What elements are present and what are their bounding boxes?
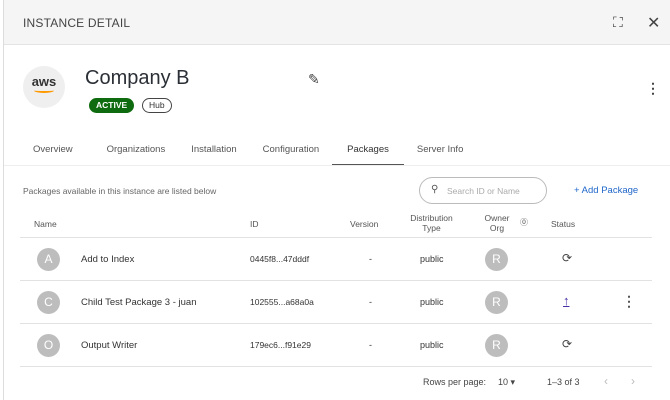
tab-organizations[interactable]: Organizations <box>86 137 179 165</box>
package-name[interactable]: Child Test Package 3 - juan <box>81 297 196 308</box>
next-page-button[interactable]: › <box>631 374 635 388</box>
owner-org-avatar: R <box>485 248 508 271</box>
col-name: Name <box>34 219 57 229</box>
instance-detail-panel: INSTANCE DETAIL ⛶ ✕ aws Company B ✎ ⋮ AC… <box>3 0 670 400</box>
package-avatar: C <box>37 291 60 314</box>
col-version: Version <box>350 219 379 229</box>
package-avatar: O <box>37 334 60 357</box>
instance-name: Company B <box>85 67 190 89</box>
rows-per-page-select[interactable]: 10 ▾ <box>498 377 515 388</box>
tab-configuration[interactable]: Configuration <box>250 137 333 165</box>
pending-clock-icon: ⟳ <box>562 251 573 265</box>
table-row[interactable]: O Output Writer 179ec6...f91e29 - public… <box>20 323 652 366</box>
tab-packages[interactable]: Packages <box>332 137 404 165</box>
rows-per-page-label: Rows per page: <box>423 377 487 387</box>
table-row[interactable]: A Add to Index 0445f8...47dddf - public … <box>20 237 652 280</box>
package-id: 102555...a68a0a <box>250 297 314 307</box>
row-menu-icon[interactable]: ⋮ <box>622 293 636 310</box>
aws-logo: aws <box>23 66 65 108</box>
status-badge: ACTIVE <box>89 98 135 113</box>
search-icon: ⚲ <box>431 184 439 195</box>
col-id: ID <box>250 219 259 229</box>
col-distribution-type: Distribution Type <box>410 213 453 233</box>
add-package-button[interactable]: + Add Package <box>574 185 638 196</box>
divider <box>4 165 670 166</box>
package-id: 179ec6...f91e29 <box>250 340 311 350</box>
search-placeholder: Search ID or Name <box>447 186 520 196</box>
tab-installation[interactable]: Installation <box>178 137 249 165</box>
upload-icon[interactable]: ↑ <box>563 293 570 308</box>
tab-server-info[interactable]: Server Info <box>404 137 476 165</box>
panel-header: INSTANCE DETAIL ⛶ ✕ <box>4 0 670 45</box>
distribution-type: public <box>420 254 444 264</box>
panel-title: INSTANCE DETAIL <box>23 16 131 30</box>
distribution-type: public <box>420 297 444 307</box>
more-vert-icon[interactable]: ⋮ <box>646 80 660 97</box>
owner-org-avatar: R <box>485 334 508 357</box>
pagination-range: 1–3 of 3 <box>547 377 580 387</box>
fullscreen-icon[interactable]: ⛶ <box>613 14 623 31</box>
tab-bar: Overview Organizations Installation Conf… <box>20 137 476 165</box>
package-avatar: A <box>37 248 60 271</box>
hub-tag: Hub <box>142 98 172 113</box>
col-owner-org: Owner Org <box>484 213 510 233</box>
prev-page-button[interactable]: ‹ <box>604 374 608 388</box>
distribution-type: public <box>420 340 444 350</box>
help-icon[interactable]: ⓪ <box>520 218 528 228</box>
tab-overview[interactable]: Overview <box>20 137 86 165</box>
packages-description: Packages available in this instance are … <box>23 186 217 196</box>
edit-pencil-icon[interactable]: ✎ <box>308 71 320 88</box>
close-icon[interactable]: ✕ <box>647 13 660 33</box>
package-name[interactable]: Output Writer <box>81 340 137 351</box>
package-id: 0445f8...47dddf <box>250 254 310 264</box>
package-version: - <box>369 297 372 307</box>
pending-clock-icon: ⟳ <box>562 337 573 351</box>
search-input[interactable]: ⚲ Search ID or Name <box>419 177 547 204</box>
table-row[interactable]: C Child Test Package 3 - juan 102555...a… <box>20 280 652 323</box>
owner-org-avatar: R <box>485 291 508 314</box>
package-version: - <box>369 340 372 350</box>
package-name[interactable]: Add to Index <box>81 254 134 265</box>
col-status: Status <box>551 219 576 229</box>
package-version: - <box>369 254 372 264</box>
